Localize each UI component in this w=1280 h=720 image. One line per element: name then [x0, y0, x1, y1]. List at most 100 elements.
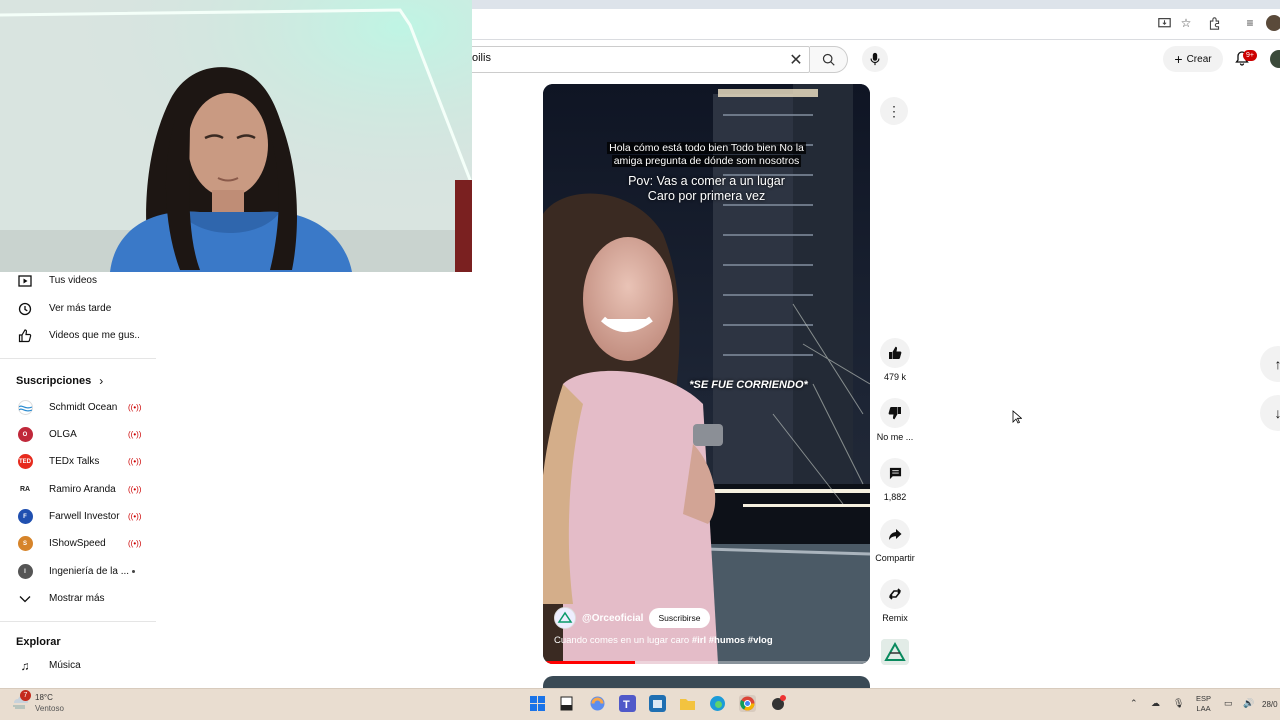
- hashtags[interactable]: #irl #humos #vlog: [692, 635, 773, 646]
- more-options-button[interactable]: ⋮: [880, 97, 908, 125]
- sidebar-item-schmidt-ocean[interactable]: Schmidt Ocean ((•)): [0, 394, 158, 421]
- webcam-overlay: [0, 0, 472, 272]
- tray-overflow-icon[interactable]: ⌃: [1130, 698, 1138, 709]
- music-note-icon: ♫: [20, 658, 30, 673]
- description-text: Cuando comes en un lugar caro: [554, 635, 690, 646]
- sidebar-item-ramiro-aranda[interactable]: RA Ramiro Aranda ((•)): [0, 476, 158, 503]
- subtitle-line-1: Hola cómo está todo bien Todo bien No la: [607, 142, 806, 154]
- search-query-text: oilis: [472, 52, 491, 64]
- edge-icon[interactable]: [709, 695, 726, 712]
- share-icon: [880, 519, 910, 549]
- show-more-button[interactable]: Mostrar más: [0, 585, 158, 612]
- remix-icon: [880, 579, 910, 609]
- create-label: Crear: [1186, 53, 1212, 65]
- webcam-person-image: [0, 0, 472, 272]
- notification-count-badge: 9+: [1243, 50, 1257, 61]
- sidebar-item-farwell-investor[interactable]: F Farwell Investor ((•)): [0, 503, 158, 530]
- cloud-icon[interactable]: ☁: [1151, 698, 1160, 709]
- video-frame-image: [543, 84, 870, 664]
- copilot-icon[interactable]: [589, 695, 606, 712]
- channel-name[interactable]: @Orceoficial: [582, 613, 643, 624]
- thumb-up-icon: [17, 328, 33, 344]
- new-content-dot: [132, 570, 135, 573]
- dislike-button[interactable]: No me ...: [873, 398, 917, 442]
- chevron-down-icon: [17, 591, 33, 607]
- search-input[interactable]: [472, 46, 810, 73]
- tab-strip: [472, 0, 1280, 9]
- sidebar-item-your-videos[interactable]: Tus videos: [0, 267, 158, 294]
- weather-condition: Ventoso: [35, 704, 64, 713]
- channel-avatar: F: [17, 509, 33, 525]
- next-short-button[interactable]: ↓: [1260, 395, 1280, 431]
- comment-icon: [880, 458, 910, 488]
- video-effect-text: *SE FUE CORRIENDO*: [689, 379, 808, 391]
- live-icon: ((•)): [128, 430, 142, 439]
- input-language[interactable]: ESP LAA: [1196, 694, 1211, 714]
- sidebar-item-label: Ingeniería de la ...: [49, 566, 130, 577]
- sidebar-item-watch-later[interactable]: Ver más tarde: [0, 295, 158, 322]
- sidebar-item-ishowspeed[interactable]: S IShowSpeed ((•)): [0, 530, 158, 557]
- windows-logo-icon: [530, 696, 545, 711]
- volume-icon[interactable]: 🔊: [1243, 698, 1254, 709]
- subtitle-line-2: amiga pregunta de dónde som nosotros: [611, 155, 802, 167]
- reading-list-icon[interactable]: ≡: [1242, 15, 1258, 31]
- sound-thumbnail[interactable]: [881, 639, 909, 665]
- voice-search-button[interactable]: [862, 46, 888, 72]
- sidebar-item-label: Tus videos: [49, 275, 97, 286]
- pov-line-1: Pov: Vas a comer a un lugar: [628, 174, 785, 188]
- video-progress-fill: [543, 661, 635, 664]
- next-short-preview[interactable]: [543, 676, 870, 688]
- live-icon: ((•)): [128, 403, 142, 412]
- clear-search-icon[interactable]: ✕: [786, 50, 806, 70]
- sidebar-item-ingenieria[interactable]: I Ingeniería de la ...: [0, 558, 158, 585]
- channel-avatar: [17, 400, 33, 416]
- install-app-icon[interactable]: [1156, 15, 1172, 31]
- sidebar-item-olga[interactable]: O OLGA ((•)): [0, 421, 158, 448]
- extensions-icon[interactable]: [1206, 15, 1222, 31]
- subscribe-button[interactable]: Suscribirse: [649, 608, 710, 628]
- previous-short-button[interactable]: ↑: [1260, 346, 1280, 382]
- teams-icon[interactable]: T: [619, 695, 636, 712]
- chrome-icon[interactable]: [739, 695, 756, 712]
- create-button[interactable]: + Crear: [1163, 46, 1223, 72]
- store-icon[interactable]: [649, 695, 666, 712]
- windows-taskbar: [0, 688, 1280, 720]
- app-icon[interactable]: [770, 695, 787, 712]
- file-icon[interactable]: [558, 695, 575, 712]
- clock-date[interactable]: 28/0: [1262, 700, 1278, 709]
- show-more-label: Mostrar más: [49, 593, 105, 604]
- search-icon: [822, 53, 835, 66]
- sidebar-item-label: Ver más tarde: [49, 303, 112, 314]
- screen-icon[interactable]: ▭: [1224, 698, 1233, 709]
- bookmark-star-icon[interactable]: ☆: [1178, 15, 1194, 31]
- profile-avatar-icon[interactable]: [1266, 15, 1280, 31]
- mic-tray-icon[interactable]: 🎙: [1173, 698, 1184, 709]
- channel-avatar[interactable]: [554, 607, 576, 629]
- dislike-label: No me ...: [876, 432, 914, 442]
- like-button[interactable]: 479 k: [873, 338, 917, 382]
- comments-button[interactable]: 1,882: [873, 458, 917, 502]
- folder-icon[interactable]: [679, 695, 696, 712]
- search-button[interactable]: [810, 46, 848, 73]
- shorts-video-player[interactable]: Hola cómo está todo bien Todo bien No la…: [543, 84, 870, 664]
- start-button[interactable]: [529, 695, 546, 712]
- sidebar-item-label: Videos que me gus...: [49, 330, 139, 341]
- layout-code: LAA: [1196, 704, 1211, 713]
- sidebar-item-tedx-talks[interactable]: TED TEDx Talks ((•)): [0, 448, 158, 475]
- video-progress-bar[interactable]: [543, 661, 870, 664]
- pov-line-2: Caro por primera vez: [647, 189, 766, 203]
- sidebar-item-music[interactable]: ♫ Música: [0, 652, 158, 679]
- live-icon: ((•)): [128, 485, 142, 494]
- sidebar-divider: [0, 621, 156, 622]
- subscriptions-header[interactable]: Suscripciones ›: [16, 374, 103, 388]
- live-icon: ((•)): [128, 457, 142, 466]
- channel-avatar: TED: [17, 454, 33, 470]
- more-vert-icon: ⋮: [887, 102, 901, 119]
- sidebar-item-label: Música: [49, 660, 81, 671]
- weather-temperature: 18°C: [35, 693, 53, 702]
- sidebar-item-liked-videos[interactable]: Videos que me gus...: [0, 322, 158, 349]
- share-button[interactable]: Compartir: [873, 519, 917, 563]
- video-overlay-text: Pov: Vas a comer a un lugar Caro por pri…: [543, 174, 870, 204]
- remix-button[interactable]: Remix: [873, 579, 917, 623]
- clock-icon: [17, 301, 33, 317]
